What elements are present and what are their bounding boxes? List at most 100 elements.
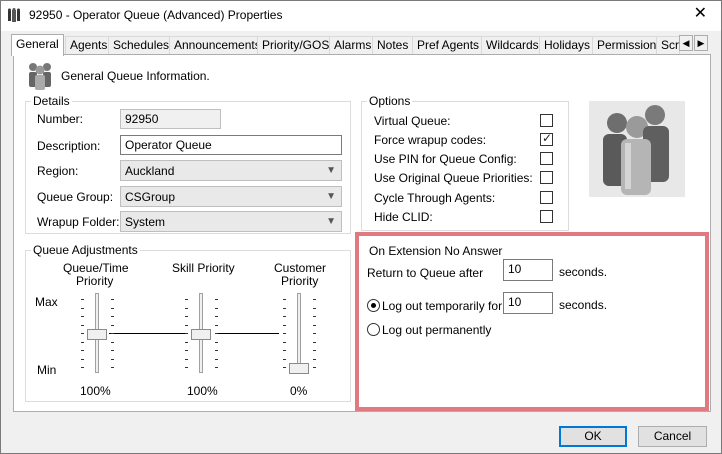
slider-tick	[81, 358, 84, 360]
tab-notes[interactable]: Notes	[372, 36, 414, 55]
slider-tick	[283, 299, 286, 300]
wrapup-folder-label: Wrapup Folder:	[37, 215, 120, 229]
slider-tick	[215, 333, 218, 334]
slider-tick	[313, 324, 316, 326]
return-to-queue-seconds-input[interactable]: 10	[503, 259, 553, 281]
logout-temporary-seconds-input[interactable]: 10	[503, 292, 553, 314]
slider-tick	[215, 316, 218, 317]
slider-tick	[81, 299, 84, 300]
slider-tick	[283, 307, 286, 309]
chevron-down-icon: ▼	[326, 165, 336, 176]
queue-group-select[interactable]: CSGroup ▼	[120, 186, 342, 207]
logout-temporary-label: Log out temporarily for	[382, 299, 503, 313]
slider-tick	[111, 341, 114, 343]
slider-tick	[283, 358, 286, 360]
return-to-queue-label: Return to Queue after	[367, 266, 484, 280]
region-value: Auckland	[125, 164, 175, 178]
force-wrapup-checkbox[interactable]: ✓	[540, 131, 553, 146]
original-priorities-checkbox[interactable]	[540, 171, 553, 184]
tab-strip: General Agents Schedules Announcements P…	[11, 34, 711, 56]
option-label-original-priorities: Use Original Queue Priorities:	[374, 171, 533, 185]
chevron-down-icon: ▼	[326, 191, 336, 202]
virtual-queue-checkbox[interactable]	[540, 114, 553, 127]
slider-tick	[185, 350, 188, 351]
slider-tick	[185, 333, 188, 334]
slider-tick	[313, 307, 316, 309]
queue-group-label: Queue Group:	[37, 190, 114, 204]
region-label: Region:	[37, 164, 79, 178]
close-icon[interactable]: ✕	[694, 6, 707, 22]
tab-alarms[interactable]: Alarms	[329, 36, 377, 55]
header-text: General Queue Information.	[61, 69, 210, 83]
slider-tick	[111, 367, 114, 368]
logout-permanent-radio[interactable]	[367, 323, 380, 336]
description-field[interactable]: Operator Queue	[120, 135, 342, 155]
slider-tick	[111, 324, 114, 326]
slider-tick	[283, 341, 286, 343]
slider-tick	[313, 341, 316, 343]
slider-tick	[111, 333, 114, 334]
tab-holidays[interactable]: Holidays	[539, 36, 596, 55]
slider-tick	[215, 358, 218, 360]
slider-tick	[215, 299, 218, 300]
queue-time-priority-slider[interactable]	[87, 329, 107, 340]
cycle-agents-checkbox[interactable]	[540, 191, 553, 204]
logout-permanent-label: Log out permanently	[382, 323, 492, 337]
tab-pref-agents[interactable]: Pref Agents	[412, 36, 485, 55]
wrapup-folder-value: System	[125, 215, 166, 229]
tab-schedules[interactable]: Schedules	[108, 36, 175, 55]
slider-tick	[81, 316, 84, 317]
slider-1-value: 100%	[80, 384, 111, 398]
logout-seconds-unit: seconds.	[559, 298, 608, 312]
tab-wildcards[interactable]: Wildcards	[481, 36, 544, 55]
wrapup-folder-select[interactable]: System ▼	[120, 211, 342, 232]
slider-tick	[185, 316, 188, 317]
cancel-button[interactable]: Cancel	[638, 426, 707, 447]
slider-2-value: 100%	[187, 384, 218, 398]
slider-tick	[283, 333, 286, 334]
customer-priority-slider[interactable]	[289, 363, 309, 374]
title-bar: 92950 - Operator Queue (Advanced) Proper…	[1, 1, 721, 31]
no-answer-title: On Extension No Answer	[369, 244, 503, 258]
hide-clid-checkbox[interactable]	[540, 210, 553, 223]
slider-2-label: Skill Priority	[172, 261, 235, 275]
tab-priority-gos[interactable]: Priority/GOS	[257, 36, 335, 55]
description-label: Description:	[37, 139, 101, 153]
slider-tick	[81, 350, 84, 351]
slider-tick	[313, 367, 316, 368]
logout-temporary-radio[interactable]	[367, 299, 380, 312]
tab-announcements[interactable]: Announcements	[169, 36, 266, 55]
slider-tick	[313, 350, 316, 351]
slider-tick	[283, 316, 286, 317]
option-label-virtual-queue: Virtual Queue:	[374, 114, 451, 128]
slider-tick	[283, 324, 286, 326]
use-pin-checkbox[interactable]	[540, 152, 553, 165]
tab-scroll-left-icon[interactable]: ◀	[679, 35, 693, 51]
slider-tick	[111, 307, 114, 309]
slider-tick	[111, 358, 114, 360]
slider-tick	[313, 333, 316, 334]
queue-group-value: CSGroup	[125, 190, 176, 204]
slider-1-label-line1: Queue/Time	[63, 261, 129, 275]
slider-tick	[185, 299, 188, 300]
min-label: Min	[37, 363, 57, 377]
tab-agents[interactable]: Agents	[65, 36, 113, 55]
customer-priority-track	[297, 293, 301, 373]
ok-button[interactable]: OK	[559, 426, 627, 447]
slider-tick	[215, 341, 218, 343]
slider-tick	[215, 307, 218, 309]
tab-scr[interactable]: Scr	[656, 36, 680, 55]
slider-tick	[215, 367, 218, 368]
chevron-down-icon: ▼	[326, 216, 336, 227]
option-label-use-pin: Use PIN for Queue Config:	[374, 152, 517, 166]
queue-people-icon	[29, 63, 51, 90]
slider-tick	[111, 350, 114, 351]
skill-priority-slider[interactable]	[191, 329, 211, 340]
slider-tick	[81, 367, 84, 368]
tab-general[interactable]: General	[11, 34, 64, 56]
region-select[interactable]: Auckland ▼	[120, 160, 342, 181]
slider-tick	[215, 350, 218, 351]
slider-tick	[81, 341, 84, 343]
tab-scroll-right-icon[interactable]: ▶	[694, 35, 708, 51]
slider-link-line	[217, 333, 279, 334]
